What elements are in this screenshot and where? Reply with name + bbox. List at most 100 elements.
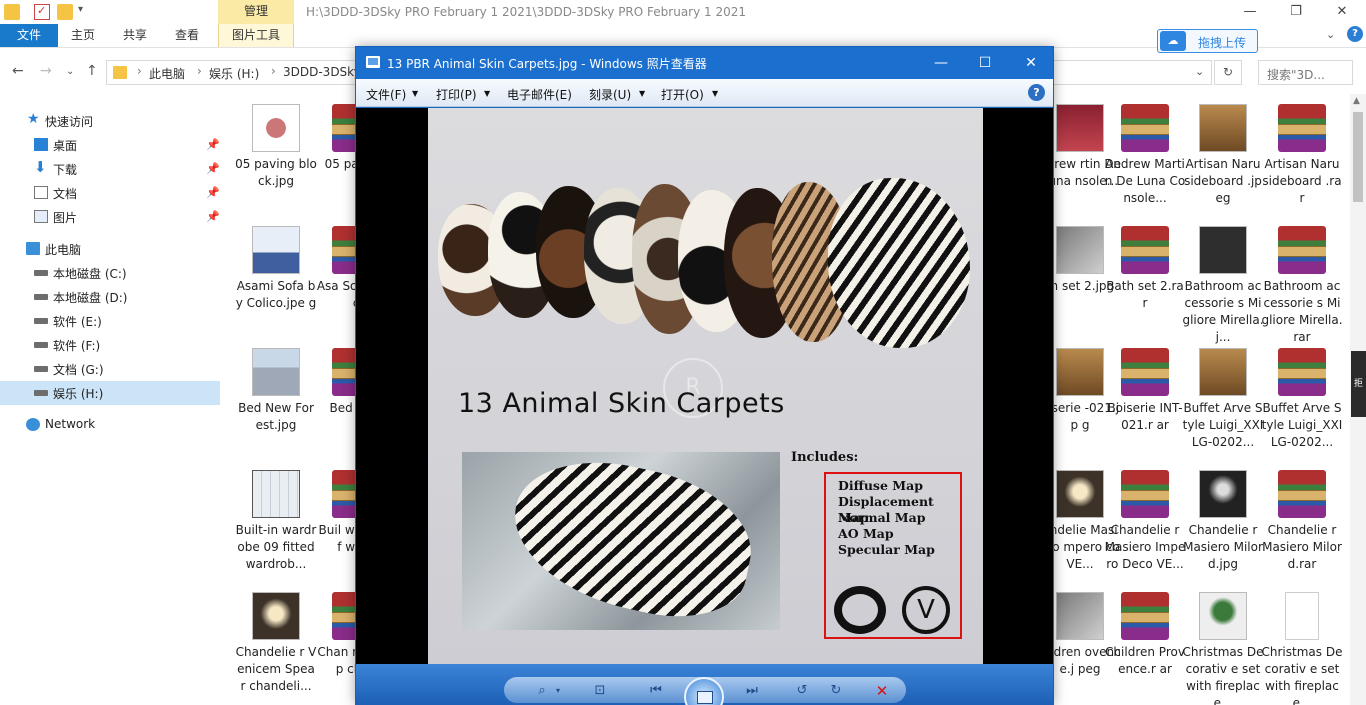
sidebar-item-drive-e[interactable]: 软件 (E:): [0, 309, 220, 333]
file-name: Chandelie r Masiero Milord.rar: [1262, 523, 1342, 571]
image-thumbnail: [1056, 226, 1104, 274]
image-thumbnail: [1199, 226, 1247, 274]
sidebar-item-drive-c[interactable]: 本地磁盘 (C:): [0, 261, 220, 285]
sidebar-item-drive-h[interactable]: 娱乐 (H:): [0, 381, 220, 405]
file-item[interactable]: Artisan Naru sideboard .jpeg: [1182, 102, 1264, 207]
file-item[interactable]: Buffet Arve Style Luigi_XXI LG-0202...: [1261, 346, 1343, 451]
help-icon[interactable]: ?: [1028, 84, 1045, 101]
sidebar-item-drive-d[interactable]: 本地磁盘 (D:): [0, 285, 220, 309]
search-input[interactable]: 搜索"3D...: [1258, 60, 1353, 85]
sidebar-item-this-pc[interactable]: 此电脑: [0, 237, 220, 261]
file-item[interactable]: Bathroom accessorie s Migliore Mirella.r…: [1261, 224, 1343, 346]
file-item[interactable]: Asami Sofa by Colico.jpe g: [235, 224, 317, 312]
delete-icon[interactable]: ✕: [872, 681, 892, 701]
rotate-counterclockwise-icon[interactable]: ↺: [792, 681, 812, 701]
sidebar-item-drive-g[interactable]: 文档 (G:): [0, 357, 220, 381]
file-item[interactable]: Boiserie INT-021.r ar: [1104, 346, 1186, 434]
file-item[interactable]: Christmas Decorativ e set with fireplace…: [1182, 590, 1264, 705]
pin-icon[interactable]: 📌: [206, 162, 220, 175]
restore-icon[interactable]: ❐: [1284, 2, 1308, 22]
side-panel-tab[interactable]: 拒: [1351, 351, 1366, 417]
viewer-titlebar[interactable]: 13 PBR Animal Skin Carpets.jpg - Windows…: [356, 47, 1053, 79]
sidebar-item-documents[interactable]: 文档 📌: [0, 181, 220, 205]
maximize-icon[interactable]: ☐: [970, 52, 1000, 74]
pin-icon[interactable]: 📌: [206, 138, 220, 151]
file-item[interactable]: Artisan Naru sideboard .rar: [1261, 102, 1343, 207]
up-arrow-icon[interactable]: ↑: [86, 63, 98, 79]
image-canvas[interactable]: R 13 Animal Skin Carpets Includes: Diffu…: [356, 108, 1053, 664]
new-folder-icon[interactable]: [57, 4, 73, 20]
customize-toolbar-icon[interactable]: ▾: [78, 4, 94, 20]
sidebar-item-downloads[interactable]: ⬇ 下载 📌: [0, 157, 220, 181]
forward-arrow-icon[interactable]: →: [40, 63, 52, 79]
viewer-toolbar: ⌕ ▾ ⊡ ⏮ ⏭ ↺ ↻ ✕: [356, 664, 1053, 705]
sidebar-item-label: 娱乐 (H:): [53, 387, 104, 401]
chevron-down-icon[interactable]: ▼: [484, 89, 490, 98]
minimize-icon[interactable]: —: [926, 52, 956, 74]
sidebar-item-network[interactable]: Network: [0, 413, 220, 437]
file-item[interactable]: Chandelie r Venicem Spear chandeli...: [235, 590, 317, 695]
file-item[interactable]: Bathroom accessorie s Migliore Mirella.j…: [1182, 224, 1264, 346]
actual-size-icon[interactable]: ⊡: [590, 681, 610, 701]
chevron-down-icon[interactable]: ▼: [639, 89, 645, 98]
scrollbar-thumb[interactable]: [1353, 112, 1363, 202]
tab-file[interactable]: 文件: [0, 24, 58, 47]
manage-context-tab[interactable]: 管理: [218, 0, 294, 24]
menu-print[interactable]: 打印(P): [436, 86, 477, 103]
close-icon[interactable]: ✕: [1330, 2, 1354, 22]
folder-icon[interactable]: [4, 4, 20, 20]
file-item[interactable]: Buffet Arve Style Luigi_XXI LG-0202...: [1182, 346, 1264, 451]
sidebar-item-quick-access[interactable]: ★ 快速访问: [0, 109, 220, 133]
address-dropdown-icon[interactable]: ⌄: [1195, 65, 1204, 78]
menu-email[interactable]: 电子邮件(E): [507, 86, 572, 103]
properties-icon[interactable]: [34, 4, 50, 20]
image-thumbnail: [252, 104, 300, 152]
chevron-down-icon[interactable]: ▼: [412, 89, 418, 98]
file-item[interactable]: Christmas Decorativ e set with fireplace…: [1261, 590, 1343, 705]
tab-share[interactable]: 共享: [114, 24, 156, 47]
rotate-clockwise-icon[interactable]: ↻: [826, 681, 846, 701]
drive-icon: [34, 294, 48, 300]
close-icon[interactable]: ✕: [1016, 52, 1046, 74]
file-item[interactable]: Chandelie r Masiero Impero Deco VE...: [1104, 468, 1186, 573]
back-arrow-icon[interactable]: ←: [12, 63, 24, 79]
breadcrumb-folder[interactable]: 3DDD-3DSky: [283, 65, 361, 79]
cloud-icon: ☁: [1160, 31, 1186, 51]
file-item[interactable]: Bed New Forest.jpg: [235, 346, 317, 434]
previous-icon[interactable]: ⏮: [646, 681, 666, 701]
file-item[interactable]: Children Provence.r ar: [1104, 590, 1186, 678]
file-item[interactable]: Bath set 2.rar: [1104, 224, 1186, 312]
next-icon[interactable]: ⏭: [742, 681, 762, 701]
file-item[interactable]: Chandelie r Masiero Milord.rar: [1261, 468, 1343, 573]
displayed-image: R 13 Animal Skin Carpets Includes: Diffu…: [428, 108, 983, 664]
menu-file[interactable]: 文件(F): [366, 86, 406, 103]
tab-view[interactable]: 查看: [166, 24, 208, 47]
breadcrumb-this-pc[interactable]: 此电脑: [149, 65, 185, 82]
chevron-down-icon[interactable]: ▾: [548, 681, 568, 701]
help-icon[interactable]: ?: [1347, 26, 1363, 42]
breadcrumb-drive-h[interactable]: 娱乐 (H:): [209, 65, 259, 82]
sidebar-item-pictures[interactable]: 图片 📌: [0, 205, 220, 229]
file-item[interactable]: 05 paving block.jpg: [235, 102, 317, 190]
recent-dropdown-icon[interactable]: ⌄: [66, 66, 74, 77]
file-item[interactable]: Built-in wardrobe 09 fitted wardrob...: [235, 468, 317, 573]
chevron-down-icon[interactable]: ▼: [712, 89, 718, 98]
file-item[interactable]: Andrew Martin De Luna Console...: [1104, 102, 1186, 207]
file-item[interactable]: Chandelie r Masiero Milord.jpg: [1182, 468, 1264, 573]
menu-burn[interactable]: 刻录(U): [589, 86, 631, 103]
menu-open[interactable]: 打开(O): [661, 86, 704, 103]
pin-icon[interactable]: 📌: [206, 210, 220, 223]
sidebar-item-desktop[interactable]: 桌面 📌: [0, 133, 220, 157]
minimize-icon[interactable]: —: [1238, 2, 1262, 22]
pin-icon[interactable]: 📌: [206, 186, 220, 199]
winrar-archive-icon: [1278, 470, 1326, 518]
tab-picture-tools[interactable]: 图片工具: [218, 24, 294, 47]
upload-button[interactable]: ☁ 拖拽上传: [1157, 29, 1258, 53]
collapse-ribbon-icon[interactable]: ⌄: [1326, 28, 1335, 41]
drive-icon: [34, 390, 48, 396]
refresh-icon[interactable]: ↻: [1214, 60, 1242, 85]
winrar-archive-icon: [1121, 104, 1169, 152]
tab-home[interactable]: 主页: [62, 24, 104, 47]
sidebar-item-drive-f[interactable]: 软件 (F:): [0, 333, 220, 357]
scroll-up-icon[interactable]: ▲: [1353, 96, 1360, 106]
